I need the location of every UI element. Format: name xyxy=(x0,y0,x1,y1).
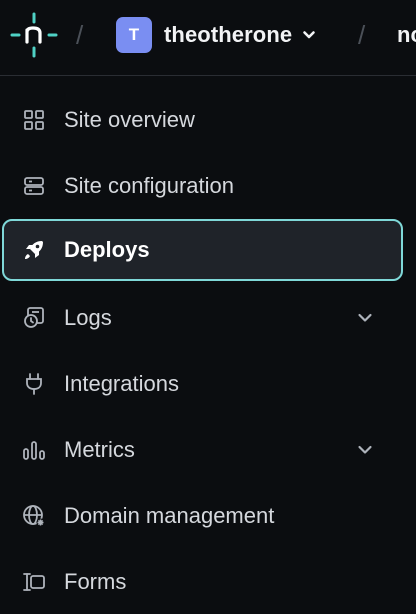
nav-item-forms[interactable]: Forms xyxy=(2,551,403,613)
nav-item-domain-management[interactable]: Domain management xyxy=(2,485,403,547)
nav-item-metrics[interactable]: Metrics xyxy=(2,419,403,481)
plug-icon xyxy=(22,372,46,396)
forms-icon xyxy=(22,570,46,594)
chevron-down-icon xyxy=(302,28,316,42)
nav-item-label: Site overview xyxy=(64,107,195,132)
nav-item-integrations[interactable]: Integrations xyxy=(2,353,403,415)
team-avatar: T xyxy=(116,17,152,53)
nav-item-deploys[interactable]: Deploys xyxy=(2,219,403,281)
breadcrumb-separator: / xyxy=(76,20,84,50)
nav-item-label: Deploys xyxy=(64,237,150,262)
nav-item-label: Logs xyxy=(64,305,112,330)
nav-item-site-configuration[interactable]: Site configuration xyxy=(2,155,403,217)
team-switcher[interactable]: T theotherone xyxy=(116,17,316,53)
rocket-icon xyxy=(22,238,46,262)
nav-item-label: Domain management xyxy=(64,503,275,528)
nav-item-label: Integrations xyxy=(64,371,179,396)
nav-item-site-overview[interactable]: Site overview xyxy=(2,89,403,151)
nav-item-label: Site configuration xyxy=(64,173,234,198)
team-name: theotherone xyxy=(164,22,293,47)
logs-icon xyxy=(22,306,46,330)
chevron-down-icon[interactable] xyxy=(356,309,374,327)
team-avatar-letter: T xyxy=(128,25,140,44)
app-window: / T theotherone / nc xyxy=(0,0,416,614)
bar-chart-icon xyxy=(22,438,46,462)
breadcrumb-separator: / xyxy=(358,20,366,50)
nav-item-label: Forms xyxy=(64,569,127,594)
nav-item-label: Metrics xyxy=(64,437,135,462)
globe-icon xyxy=(22,504,46,528)
netlify-logo-icon[interactable] xyxy=(10,12,58,58)
grid-icon xyxy=(22,108,46,132)
chevron-down-icon[interactable] xyxy=(356,441,374,459)
top-bar: / T theotherone / nc xyxy=(0,0,416,76)
nav-item-logs[interactable]: Logs xyxy=(2,287,403,349)
site-breadcrumb[interactable]: nc xyxy=(397,22,416,48)
server-config-icon xyxy=(22,174,46,198)
